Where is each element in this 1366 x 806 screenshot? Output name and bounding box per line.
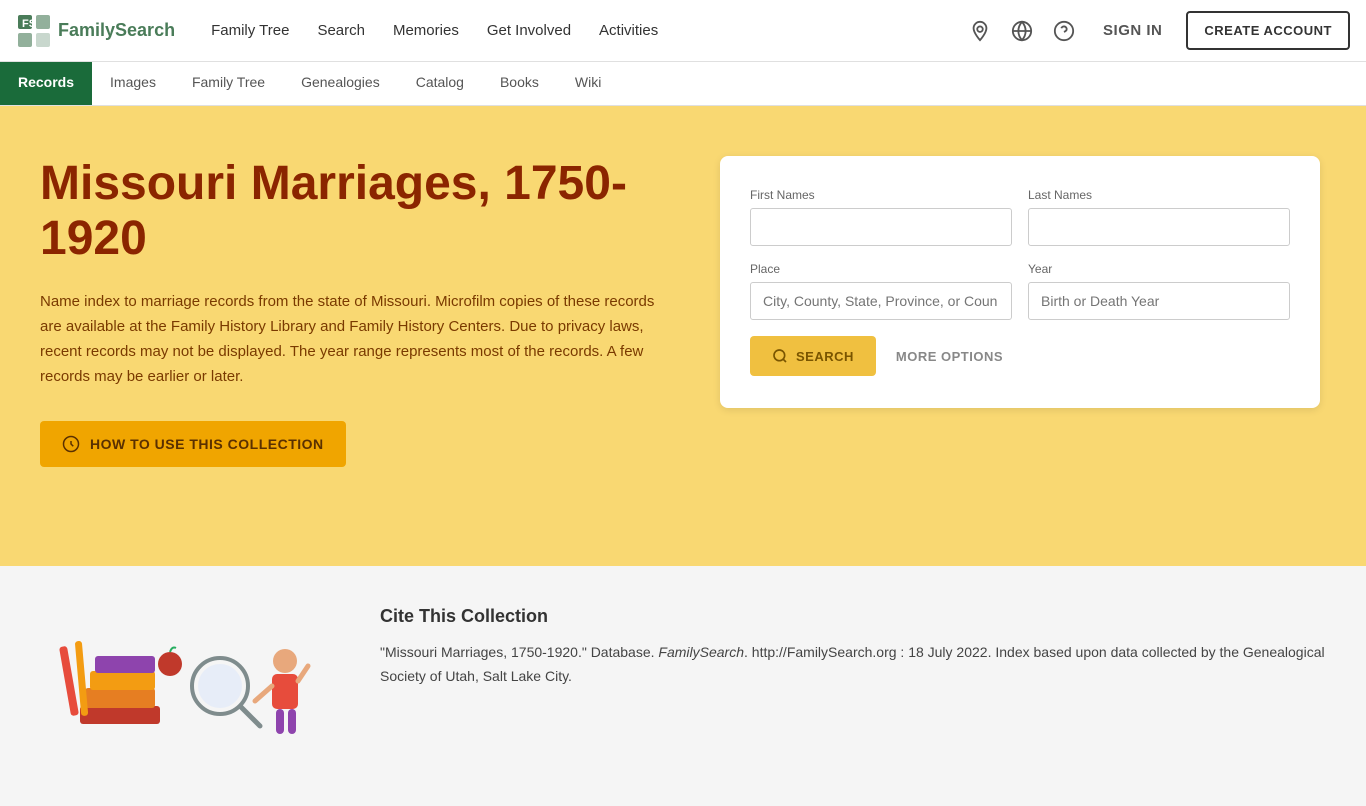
search-icon	[772, 348, 788, 364]
sub-nav-genealogies[interactable]: Genealogies	[283, 62, 398, 105]
create-account-button[interactable]: CREATE ACCOUNT	[1186, 11, 1350, 50]
header: FS FamilySearch Family Tree Search Memor…	[0, 0, 1366, 62]
place-group: Place	[750, 262, 1012, 320]
sign-in-button[interactable]: SIGN IN	[1091, 16, 1174, 45]
how-to-use-button[interactable]: HOW TO USE THIS COLLECTION	[40, 421, 346, 467]
search-place-year-row: Place Year	[750, 262, 1290, 320]
last-names-label: Last Names	[1028, 188, 1290, 202]
illustration	[50, 606, 330, 766]
location-icon-btn[interactable]	[965, 16, 995, 46]
year-input[interactable]	[1028, 282, 1290, 320]
last-names-input[interactable]	[1028, 208, 1290, 246]
logo[interactable]: FS FamilySearch	[16, 13, 175, 49]
place-input[interactable]	[750, 282, 1012, 320]
gear-circle-icon	[62, 435, 80, 453]
logo-text: FamilySearch	[58, 20, 175, 41]
hero-left: Missouri Marriages, 1750-1920 Name index…	[40, 156, 680, 467]
sub-nav-books[interactable]: Books	[482, 62, 557, 105]
nav-memories[interactable]: Memories	[381, 14, 471, 47]
globe-icon-btn[interactable]	[1007, 16, 1037, 46]
help-icon-btn[interactable]	[1049, 16, 1079, 46]
sub-nav-images[interactable]: Images	[92, 62, 174, 105]
year-label: Year	[1028, 262, 1290, 276]
logo-icon: FS	[16, 13, 52, 49]
main-nav: Family Tree Search Memories Get Involved…	[199, 14, 965, 47]
first-names-group: First Names	[750, 188, 1012, 246]
citation-area: Cite This Collection "Missouri Marriages…	[380, 606, 1326, 689]
globe-icon	[1011, 20, 1033, 42]
citation-title: Cite This Collection	[380, 606, 1326, 627]
page-title: Missouri Marriages, 1750-1920	[40, 156, 680, 266]
search-card: First Names Last Names Place Year	[720, 156, 1320, 408]
year-group: Year	[1028, 262, 1290, 320]
citation-text: "Missouri Marriages, 1750-1920." Databas…	[380, 641, 1326, 689]
more-options-button[interactable]: MORE OPTIONS	[896, 349, 1003, 364]
location-icon	[969, 20, 991, 42]
first-names-input[interactable]	[750, 208, 1012, 246]
first-names-label: First Names	[750, 188, 1012, 202]
hero-description: Name index to marriage records from the …	[40, 290, 680, 389]
search-button[interactable]: SEARCH	[750, 336, 876, 376]
hero-section: Missouri Marriages, 1750-1920 Name index…	[0, 106, 1366, 566]
sub-nav-catalog[interactable]: Catalog	[398, 62, 482, 105]
place-label: Place	[750, 262, 1012, 276]
sub-nav-wiki[interactable]: Wiki	[557, 62, 619, 105]
sub-nav-family-tree[interactable]: Family Tree	[174, 62, 283, 105]
nav-family-tree[interactable]: Family Tree	[199, 14, 301, 47]
nav-activities[interactable]: Activities	[587, 14, 670, 47]
search-name-row: First Names Last Names	[750, 188, 1290, 246]
form-actions: SEARCH MORE OPTIONS	[750, 336, 1290, 376]
bottom-section: Cite This Collection "Missouri Marriages…	[0, 566, 1366, 806]
svg-text:FS: FS	[22, 18, 36, 30]
sub-nav-records[interactable]: Records	[0, 62, 92, 105]
header-actions: SIGN IN CREATE ACCOUNT	[965, 11, 1350, 50]
help-icon	[1053, 20, 1075, 42]
nav-get-involved[interactable]: Get Involved	[475, 14, 583, 47]
illustration-area	[40, 606, 340, 766]
sub-nav: Records Images Family Tree Genealogies C…	[0, 62, 1366, 106]
nav-search[interactable]: Search	[305, 14, 377, 47]
last-names-group: Last Names	[1028, 188, 1290, 246]
